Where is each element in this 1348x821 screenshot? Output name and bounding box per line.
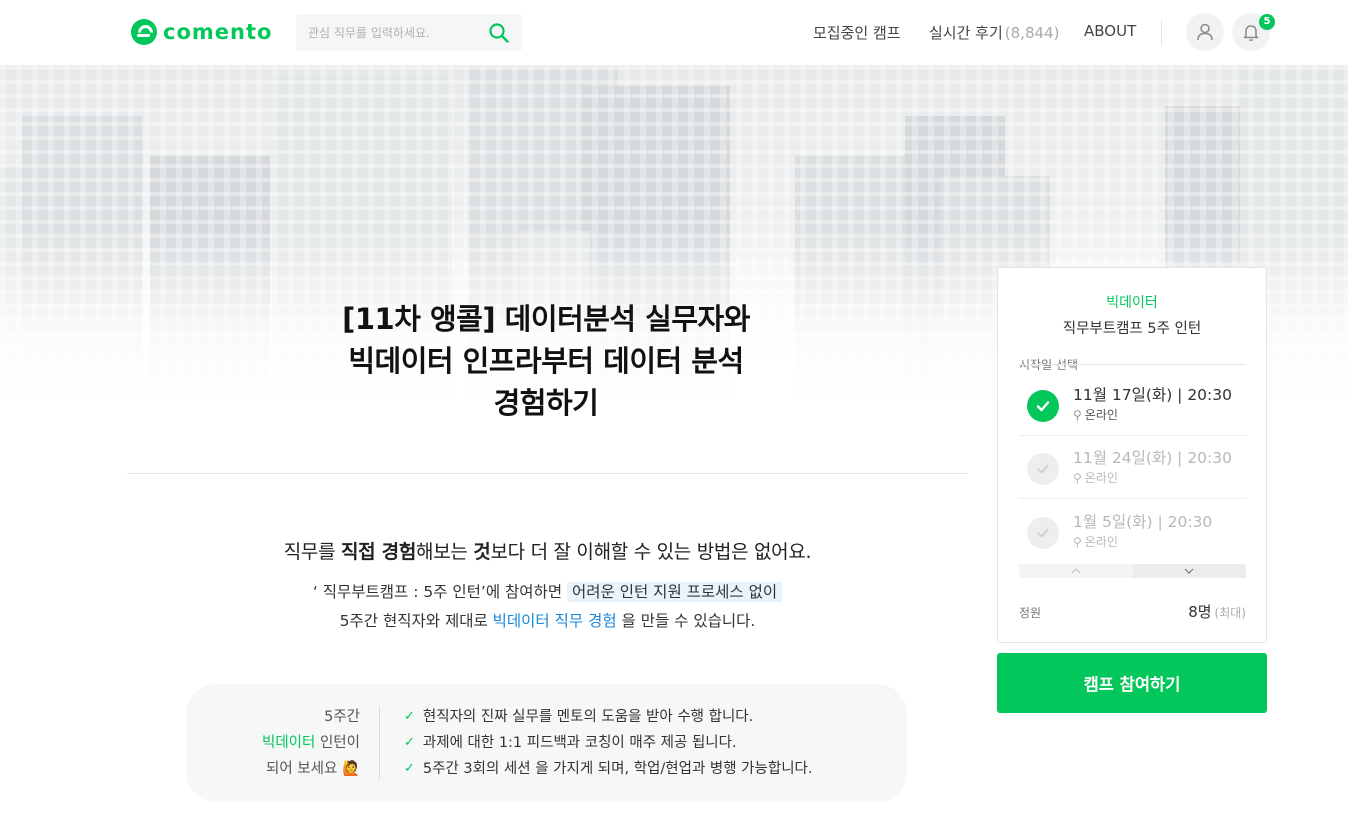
check-circle-icon	[1027, 453, 1059, 485]
benefit-item: ✓ 과제에 대한 1:1 피드백과 코칭이 매주 제공 됩니다.	[404, 730, 813, 756]
nav-recruiting-camp[interactable]: 모집중인 캠프	[813, 22, 901, 43]
location-pin-icon: ⚲	[1073, 470, 1082, 485]
scroll-up-button[interactable]	[1019, 564, 1133, 578]
desc-highlight: 어려운 인턴 지원 프로세스 없이	[567, 582, 783, 602]
capacity-label: 정원	[1019, 606, 1042, 620]
benefit-item: ✓ 현직자의 진짜 실무를 멘토의 도움을 받아 수행 합니다.	[404, 704, 813, 730]
lead-text: 해보는	[416, 541, 474, 563]
intro-lead: 직무를 직접 경험해보는 것보다 더 잘 이해할 수 있는 방법은 없어요.	[127, 537, 968, 564]
camp-title-line3: 경험하기	[493, 386, 599, 420]
date-option-location: ⚲ 온라인	[1073, 469, 1118, 486]
benefit-item: ✓ 5주간 3회의 세션 을 가지게 되며, 학업/현업과 병행 가능합니다.	[404, 756, 813, 782]
capacity-value: 8명 (최대)	[1188, 601, 1246, 622]
location-pin-icon: ⚲	[1073, 534, 1082, 549]
benefit-category: 빅데이터	[261, 735, 316, 751]
search-box	[296, 14, 522, 51]
profile-button[interactable]	[1186, 13, 1224, 51]
intro-description: ‘ 직무부트캠프 : 5주 인턴’에 참여하면 어려운 인턴 지원 프로세스 없…	[127, 578, 968, 636]
nav-reviews[interactable]: 실시간 후기 (8,844)	[929, 22, 1059, 43]
check-circle-icon	[1027, 390, 1059, 422]
top-header: comento 모집중인 캠프 실시간 후기 (8,844) ABOUT 5	[0, 0, 1348, 66]
lead-text: 직무를	[283, 541, 341, 563]
chevron-up-icon	[1071, 568, 1081, 574]
date-option-date: 11월 17일(화) | 20:30	[1073, 386, 1232, 404]
benefit-summary-line: 5주간	[324, 709, 360, 725]
nav-reviews-count: (8,844)	[1004, 23, 1060, 42]
user-icon	[1197, 23, 1213, 41]
search-input[interactable]	[308, 25, 488, 40]
date-option-location: ⚲ 온라인	[1073, 533, 1118, 550]
benefit-item-text: 5주간 3회의 세션 을 가지게 되며, 학업/현업과 병행 가능합니다.	[422, 761, 813, 777]
chevron-down-icon	[1184, 568, 1194, 574]
date-option[interactable]: 1월 5일(화) | 20:30 ⚲ 온라인	[1019, 500, 1246, 563]
join-camp-button[interactable]: 캠프 참여하기	[997, 653, 1267, 713]
date-option-date: 11월 24일(화) | 20:30	[1073, 449, 1232, 467]
benefit-summary: 5주간 빅데이터 인턴이 되어 보세요 🙋	[226, 704, 360, 782]
nav-about[interactable]: ABOUT	[1084, 22, 1136, 40]
search-icon[interactable]	[488, 22, 510, 44]
content-divider	[127, 473, 968, 474]
check-circle-icon	[1027, 517, 1059, 549]
camp-title-line2: 빅데이터 인프라부터 데이터 분석	[348, 344, 744, 378]
capacity-number: 8명	[1188, 603, 1212, 621]
benefit-summary-line: 되어 보세요	[266, 761, 338, 777]
lead-emphasis: 직접 경험	[340, 541, 417, 563]
location-text: 온라인	[1084, 535, 1118, 549]
comento-logo-icon	[131, 19, 157, 45]
camp-name: 직무부트캠프 5주 인턴	[1062, 321, 1202, 337]
raising-hand-icon: 🙋	[341, 761, 360, 777]
capacity-note: (최대)	[1214, 606, 1246, 620]
benefit-list: ✓ 현직자의 진짜 실무를 멘토의 도움을 받아 수행 합니다. ✓ 과제에 대한 …	[404, 704, 813, 782]
location-text: 온라인	[1084, 408, 1118, 422]
nav-reviews-label: 실시간 후기	[929, 24, 1003, 42]
bigdata-experience-link: 빅데이터 직무 경험	[492, 612, 617, 630]
date-option[interactable]: 11월 24일(화) | 20:30 ⚲ 온라인	[1019, 436, 1246, 499]
lead-emphasis: 것	[473, 541, 491, 563]
camp-info-card: 빅데이터 직무부트캠프 5주 인턴 시작일 선택 11월 17일(화) | 20…	[997, 267, 1267, 643]
scroll-down-button[interactable]	[1132, 564, 1246, 578]
date-pager	[1019, 564, 1246, 578]
benefit-summary-line: 인턴이	[315, 735, 360, 751]
check-icon: ✓	[404, 735, 415, 750]
logo-text: comento	[163, 20, 273, 44]
date-option-location: ⚲ 온라인	[1073, 406, 1118, 423]
nav-divider	[1161, 19, 1162, 46]
card-divider	[1019, 364, 1246, 365]
notification-count-badge: 5	[1259, 14, 1275, 30]
bell-icon	[1243, 25, 1259, 41]
benefit-item-text: 현직자의 진짜 실무를 멘토의 도움을 받아 수행 합니다.	[422, 709, 754, 725]
camp-title: [11차 앵콜] 데이터분석 실무자와 빅데이터 인프라부터 데이터 분석 경험…	[296, 298, 796, 424]
desc-text: ‘ 직무부트캠프 : 5주 인턴’에 참여하면	[312, 583, 568, 601]
camp-category: 빅데이터	[1106, 295, 1158, 311]
nav-about-label: ABOUT	[1084, 22, 1137, 40]
check-icon: ✓	[404, 709, 415, 724]
desc-text: 5주간 현직자와 제대로	[339, 612, 493, 630]
comento-logo[interactable]: comento	[131, 19, 272, 45]
benefit-divider	[379, 706, 380, 780]
nav-recruiting-camp-label: 모집중인 캠프	[813, 24, 901, 42]
benefit-item-text: 과제에 대한 1:1 피드백과 코칭이 매주 제공 됩니다.	[422, 735, 737, 751]
location-pin-icon: ⚲	[1073, 407, 1082, 422]
camp-title-line1: [11차 앵콜] 데이터분석 실무자와	[342, 302, 750, 336]
date-option-date: 1월 5일(화) | 20:30	[1073, 513, 1213, 531]
lead-text: 보다 더 잘 이해할 수 있는 방법은 없어요.	[490, 541, 812, 563]
location-text: 온라인	[1084, 471, 1118, 485]
desc-text: 을 만들 수 있습니다.	[616, 612, 756, 630]
benefit-box: 5주간 빅데이터 인턴이 되어 보세요 🙋 ✓ 현직자의 진짜 실무를 멘토의 도…	[186, 684, 907, 802]
date-option[interactable]: 11월 17일(화) | 20:30 ⚲ 온라인	[1019, 373, 1246, 436]
check-icon: ✓	[404, 761, 415, 776]
